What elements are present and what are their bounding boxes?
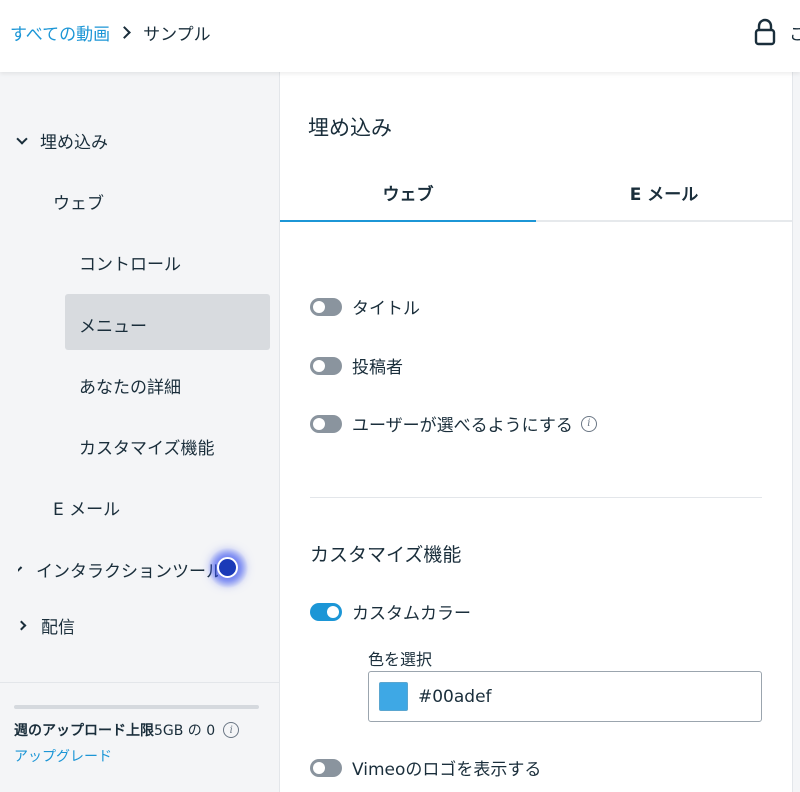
- quota-value: 5GB の 0: [154, 723, 216, 739]
- privacy-label-truncated[interactable]: こ: [789, 20, 800, 45]
- cursor-pointer: [217, 557, 238, 578]
- tab-web[interactable]: ウェブ: [280, 164, 536, 222]
- top-bar: すべての動画 サンプル こ: [0, 0, 800, 72]
- info-icon[interactable]: i: [223, 722, 240, 738]
- sidebar-footer: 週のアップロード上限 5GB の 0 i アップグレード: [0, 682, 279, 792]
- custom-color-toggle[interactable]: [310, 602, 342, 621]
- tab-bar: ウェブ E メール: [280, 164, 792, 222]
- user-choice-toggle[interactable]: [310, 414, 342, 433]
- sidebar-item-customize[interactable]: カスタマイズ機能: [79, 434, 215, 459]
- lock-icon[interactable]: [754, 18, 776, 50]
- sidebar-item-label: カスタマイズ機能: [79, 439, 215, 459]
- sidebar-item-controls[interactable]: コントロール: [79, 250, 181, 275]
- sidebar-item-label: コントロール: [79, 255, 181, 275]
- sidebar-item-label: インタラクションツール: [36, 562, 218, 582]
- color-hex-value[interactable]: #00adef: [418, 687, 492, 707]
- title-toggle-row[interactable]: タイトル: [310, 294, 420, 319]
- upload-quota-bar: [14, 705, 259, 709]
- sidebar-item-distribution[interactable]: 配信: [16, 613, 75, 638]
- sidebar-item-label: あなたの詳細: [79, 378, 181, 398]
- sidebar-item-label: 埋め込み: [40, 133, 108, 153]
- customize-section-title: カスタマイズ機能: [310, 544, 462, 566]
- sidebar-item-interaction-tools[interactable]: インタラクションツール: [18, 557, 218, 582]
- breadcrumb-all-videos-link[interactable]: すべての動画: [10, 20, 110, 45]
- sidebar-item-email[interactable]: E メール: [53, 495, 120, 520]
- toggle-label: ユーザーが選べるようにする: [352, 416, 573, 436]
- breadcrumb: すべての動画 サンプル: [10, 20, 211, 45]
- sidebar: 埋め込み ウェブ コントロール メニュー あなたの詳細 カスタマイズ機能 E メ…: [0, 72, 280, 792]
- sidebar-item-menu[interactable]: メニュー: [79, 312, 147, 337]
- toggle-label: タイトル: [352, 299, 420, 319]
- sidebar-item-embed[interactable]: 埋め込み: [16, 128, 108, 153]
- color-input-field[interactable]: #00adef: [368, 671, 762, 722]
- quota-label: 週のアップロード上限: [14, 723, 154, 739]
- vimeo-logo-toggle-row[interactable]: Vimeoのロゴを表示する: [310, 755, 541, 780]
- vimeo-logo-toggle[interactable]: [310, 758, 342, 777]
- chevron-right-icon: [18, 566, 23, 573]
- chevron-down-icon: [16, 132, 28, 145]
- author-toggle[interactable]: [310, 356, 342, 375]
- embed-panel: 埋め込み ウェブ E メール タイトル 投稿者 ユーザーが選べるようにする i …: [280, 72, 800, 792]
- sidebar-item-label: E メール: [53, 500, 121, 520]
- section-divider: [310, 497, 762, 498]
- title-toggle[interactable]: [310, 297, 342, 316]
- panel-right-edge: [792, 72, 800, 792]
- sidebar-item-web[interactable]: ウェブ: [53, 189, 104, 214]
- panel-title: 埋め込み: [308, 116, 392, 140]
- chevron-right-icon: [118, 26, 132, 39]
- breadcrumb-current: サンプル: [143, 25, 211, 45]
- custom-color-toggle-row[interactable]: カスタムカラー: [310, 599, 471, 624]
- tab-email[interactable]: E メール: [536, 164, 792, 220]
- toggle-label: Vimeoのロゴを表示する: [352, 760, 542, 780]
- author-toggle-row[interactable]: 投稿者: [310, 353, 403, 378]
- sidebar-item-label: 配信: [41, 618, 75, 638]
- info-icon[interactable]: i: [580, 415, 597, 432]
- sidebar-item-label: メニュー: [79, 317, 147, 337]
- pick-color-label: 色を選択: [368, 650, 433, 669]
- toggle-label: 投稿者: [352, 358, 403, 378]
- toggle-label: カスタムカラー: [352, 604, 471, 624]
- upgrade-link[interactable]: アップグレード: [14, 746, 112, 766]
- upload-quota-text: 週のアップロード上限 5GB の 0 i: [14, 720, 240, 740]
- user-choice-toggle-row[interactable]: ユーザーが選べるようにする i: [310, 411, 597, 436]
- sidebar-item-label: ウェブ: [53, 194, 104, 214]
- sidebar-item-your-details[interactable]: あなたの詳細: [79, 373, 181, 398]
- chevron-right-icon: [16, 620, 27, 631]
- color-swatch[interactable]: [379, 682, 408, 711]
